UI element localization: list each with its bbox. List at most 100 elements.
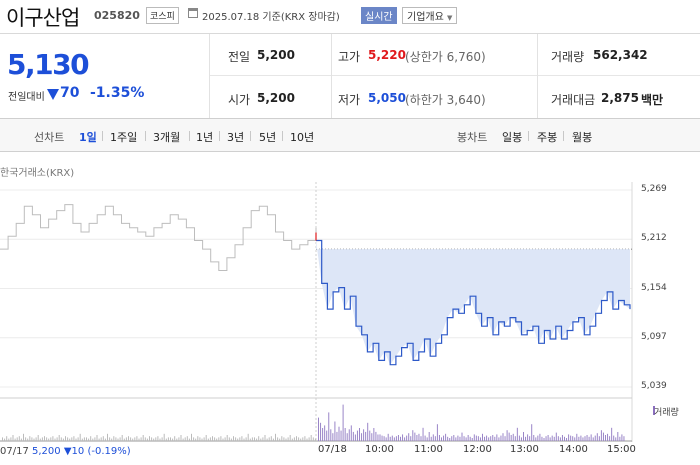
volume-bar	[508, 432, 510, 441]
volume-bar	[279, 438, 281, 441]
period-weekly-button[interactable]: 주봉	[537, 129, 557, 145]
volume-bar	[121, 435, 123, 441]
period-3y-button[interactable]: 3년	[227, 129, 244, 145]
volume-bar	[441, 437, 442, 441]
volume-bar	[342, 404, 344, 441]
volume-bar	[300, 438, 302, 441]
volume-bar	[371, 433, 373, 441]
volume-bar	[432, 434, 434, 441]
company-info-dropdown[interactable]: 기업개요 ▼	[402, 7, 458, 24]
price-summary: 5,130 전일대비 70 -1.35% 전일 5,200 시가 5,200 고…	[0, 34, 700, 118]
volume-bar	[277, 437, 279, 441]
volume-bar	[426, 437, 428, 441]
today-area-fill	[316, 240, 630, 365]
period-1w-button[interactable]: 1주일	[110, 129, 137, 145]
volume-bar	[344, 428, 346, 441]
volume-bar	[412, 430, 414, 441]
volume-bar	[113, 436, 115, 441]
period-daily-button[interactable]: 일봉	[502, 129, 522, 145]
volume-bar	[469, 436, 471, 441]
volume-bar	[545, 436, 547, 441]
volume-bar	[516, 427, 518, 441]
volume-bar	[289, 435, 291, 441]
volume-bar	[125, 437, 127, 441]
y-tick-label: 5,097	[641, 331, 667, 342]
volume-bar	[264, 435, 266, 441]
volume-bar	[193, 437, 195, 441]
volume-bar	[541, 436, 543, 441]
volume-bar	[498, 437, 500, 441]
volume-bar	[354, 434, 356, 441]
volume-bar	[186, 436, 188, 441]
volume-bar	[182, 438, 184, 441]
period-3m-button[interactable]: 3개월	[153, 129, 180, 145]
volume-bar	[209, 437, 211, 441]
volume-bar	[422, 427, 424, 441]
volume-bar	[525, 436, 527, 441]
volume-bar	[594, 435, 596, 441]
volume-bar	[473, 434, 475, 441]
volume-bar	[334, 421, 336, 441]
footer-price: 5,200	[32, 446, 61, 457]
volume-bar	[336, 431, 338, 441]
volume-bar	[447, 436, 449, 441]
period-monthly-button[interactable]: 월봉	[572, 129, 592, 145]
volume-bar	[155, 437, 157, 441]
volume-bar	[352, 431, 354, 441]
volume-bar	[369, 430, 371, 441]
period-1y-button[interactable]: 1년	[196, 129, 213, 145]
volume-bar	[551, 435, 553, 441]
volume-bar	[146, 438, 148, 441]
volume-bar	[598, 436, 600, 441]
volume-bar	[496, 434, 498, 441]
lower-limit: (하한가 3,640)	[405, 93, 486, 107]
footer-pct: (-0.19%)	[87, 446, 131, 457]
period-5y-button[interactable]: 5년	[259, 129, 276, 145]
volume-bar	[453, 435, 455, 441]
volume-bar	[549, 437, 551, 441]
volume-bar	[6, 436, 8, 441]
volume-bar	[592, 437, 594, 441]
volume-bar	[8, 438, 10, 441]
volume-bar	[149, 436, 150, 441]
amount-value: 2,875	[601, 91, 639, 105]
volume-bar	[324, 425, 326, 441]
volume-bar	[262, 437, 264, 441]
volume-bar	[590, 434, 592, 441]
period-10y-button[interactable]: 10년	[290, 129, 314, 145]
volume-bar	[10, 437, 12, 441]
period-1d-button[interactable]: 1일	[79, 129, 97, 145]
stock-code: 025820	[94, 9, 140, 22]
volume-bar	[436, 424, 438, 441]
volume-bar	[430, 436, 432, 441]
volume-bar	[153, 438, 155, 441]
volume-bar	[29, 436, 31, 441]
volume-bar	[117, 438, 119, 441]
volume-bar	[298, 437, 300, 441]
volume-bar	[623, 436, 625, 441]
volume-bar	[235, 437, 237, 441]
volume-bar	[178, 437, 180, 441]
volume-bar	[245, 437, 247, 441]
volume-bar	[302, 437, 304, 441]
x-tick-label: 12:00	[463, 444, 492, 455]
volume-bar	[77, 437, 79, 441]
line-chart-label: 선차트	[34, 131, 65, 144]
volume-bar	[52, 436, 54, 441]
volume-bar	[568, 434, 570, 441]
y-tick-label: 5,269	[641, 184, 667, 194]
volume-bar	[457, 435, 459, 441]
volume-bar	[119, 437, 121, 441]
volume-bar	[375, 431, 377, 441]
volume-bar	[520, 437, 522, 441]
volume-bar	[621, 434, 623, 441]
volume-bar	[170, 437, 171, 441]
volume-bar	[391, 435, 393, 441]
volume-bar	[2, 437, 3, 441]
volume-bar	[350, 425, 352, 441]
realtime-button[interactable]: 실시간	[361, 7, 397, 24]
volume-bar	[226, 435, 228, 441]
volume-bar	[65, 436, 66, 441]
chart-toolbar: 선차트 1일 1주일 3개월 1년 3년 5년 10년 봉차트 일봉 주봉 월봉	[0, 119, 700, 152]
volume-bar	[314, 438, 316, 441]
